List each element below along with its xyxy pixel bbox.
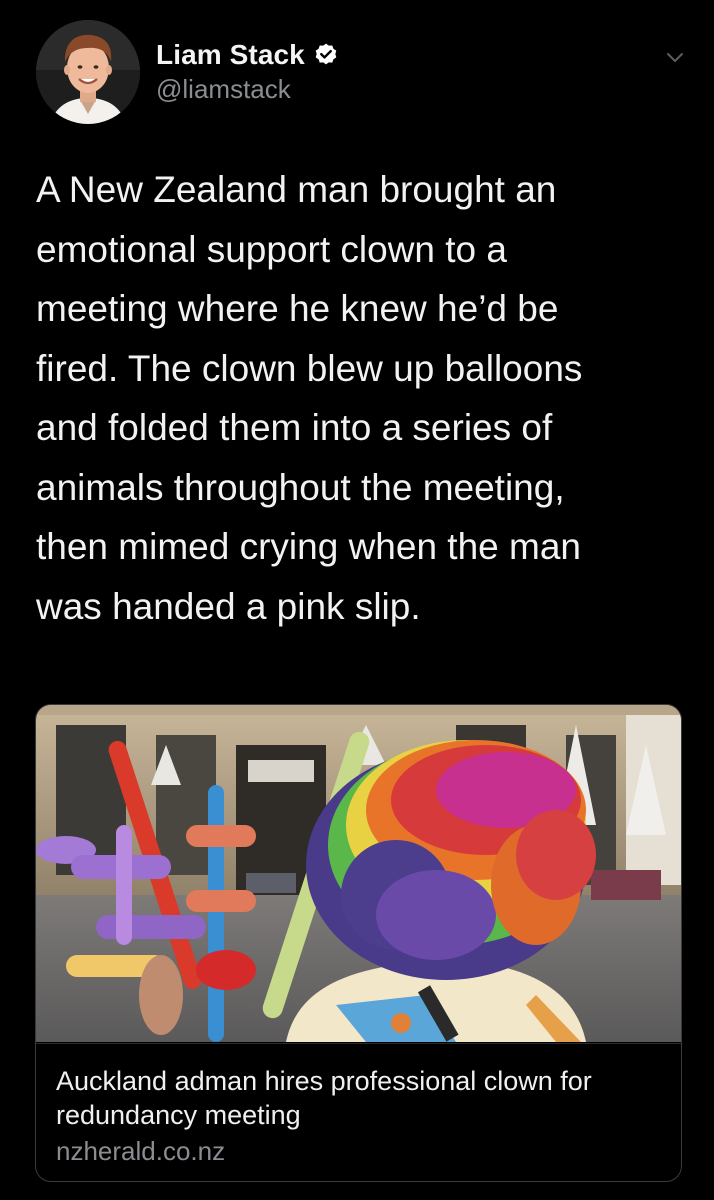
card-domain[interactable]: nzherald.co.nz bbox=[56, 1136, 225, 1167]
author-name[interactable]: Liam Stack bbox=[156, 39, 305, 71]
link-card[interactable]: Auckland adman hires professional clown … bbox=[35, 704, 682, 1182]
card-title[interactable]: Auckland adman hires professional clown … bbox=[56, 1064, 656, 1132]
author-handle[interactable]: @liamstack bbox=[156, 74, 339, 105]
name-row: Liam Stack bbox=[156, 38, 339, 72]
card-meta[interactable]: Auckland adman hires professional clown … bbox=[36, 1043, 681, 1181]
avatar[interactable] bbox=[36, 20, 140, 124]
author-info[interactable]: Liam Stack @liamstack bbox=[156, 38, 339, 105]
chevron-down-icon[interactable] bbox=[664, 46, 686, 68]
tweet[interactable]: Liam Stack @liamstack A New Zealand man … bbox=[0, 0, 714, 1200]
tweet-text: A New Zealand man brought an emotional s… bbox=[36, 169, 583, 627]
card-image bbox=[36, 705, 681, 1042]
clown-rainbow-wig-photo bbox=[36, 705, 681, 1042]
verified-badge-icon bbox=[313, 42, 339, 68]
tweet-header: Liam Stack @liamstack bbox=[36, 20, 686, 130]
avatar-photo bbox=[36, 20, 140, 124]
